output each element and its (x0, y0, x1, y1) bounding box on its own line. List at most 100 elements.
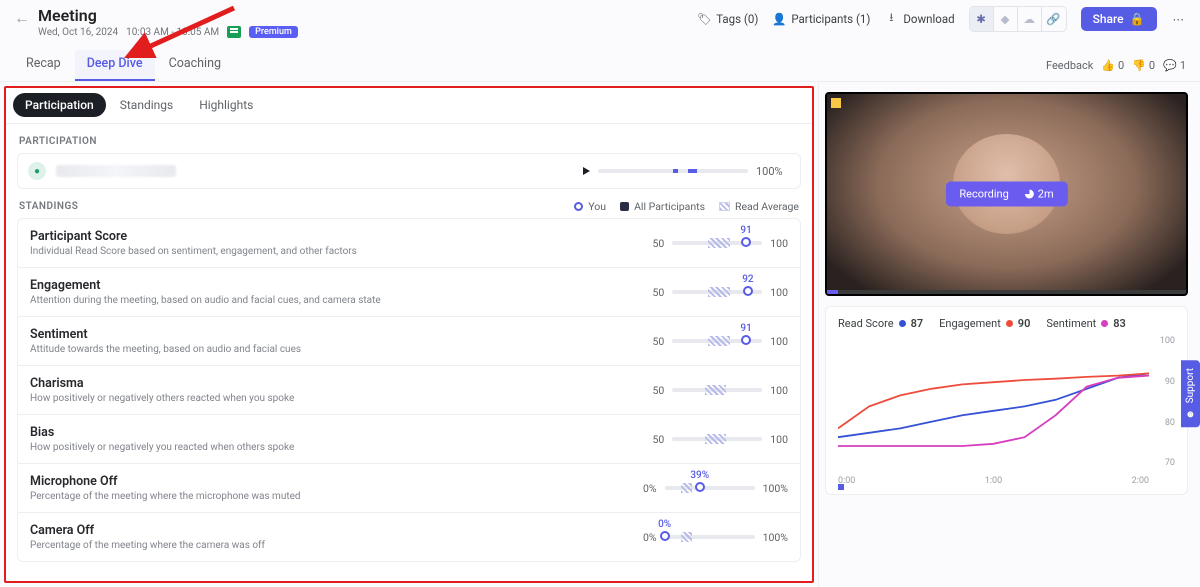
premium-badge: Premium (249, 26, 298, 38)
standings-name: Bias (30, 425, 294, 440)
link-icon[interactable]: 🔗 (1042, 7, 1066, 31)
standings-slider: 5091100 (652, 335, 788, 348)
download-icon: ⭳ (884, 12, 898, 26)
chart-legend-value: 87 (911, 317, 924, 330)
back-button[interactable]: ← (14, 8, 30, 28)
chart-legend-item: Engagement 90 (939, 317, 1030, 330)
standings-desc: Percentage of the meeting where the came… (30, 540, 265, 551)
chart-legend-item: Sentiment 83 (1046, 317, 1125, 330)
thumbs-up-button[interactable]: 👍0 (1101, 59, 1124, 72)
tags-label: Tags (0) (716, 12, 758, 26)
scale-low: 50 (652, 433, 664, 446)
subtab-standings[interactable]: Standings (108, 93, 185, 117)
video-premium-marker (831, 98, 841, 108)
avatar: ● (28, 162, 46, 180)
standings-name: Engagement (30, 278, 381, 293)
slider-track[interactable]: 91 (672, 241, 762, 245)
deep-dive-panel: Participation Standings Highlights PARTI… (4, 86, 814, 583)
scale-high: 100 (770, 384, 788, 397)
chart-legend-item: Read Score 87 (838, 317, 923, 330)
slider-track[interactable]: 91 (672, 339, 762, 343)
standings-name: Sentiment (30, 327, 301, 342)
legend-all-icon (620, 202, 629, 211)
scale-high: 100 (770, 237, 788, 250)
chart-x-axis: 0:001:002:00 (838, 476, 1149, 486)
participant-name-redacted (56, 165, 176, 177)
legend-you-label: You (588, 200, 606, 213)
share-button[interactable]: Share 🔒 (1081, 7, 1157, 31)
support-button[interactable]: ☻ Support (1181, 360, 1200, 427)
play-button[interactable] (583, 167, 590, 175)
slider-track[interactable]: 39% (665, 486, 755, 490)
subtab-highlights[interactable]: Highlights (187, 93, 265, 117)
speech-timeline[interactable] (598, 169, 748, 173)
standings-desc: Attitude towards the meeting, based on a… (30, 344, 301, 355)
standings-list: Participant ScoreIndividual Read Score b… (5, 218, 813, 578)
chart-plot (838, 336, 1149, 468)
standings-desc: Attention during the meeting, based on a… (30, 295, 381, 306)
standings-row-camera-off: Camera Off Percentage of the meeting wher… (17, 513, 801, 562)
slider-track[interactable]: 0% (665, 535, 755, 539)
participation-row: ● 100% (17, 153, 801, 189)
meeting-date: Wed, Oct 16, 2024 (38, 27, 118, 38)
tab-coaching[interactable]: Coaching (157, 50, 233, 81)
standings-name: Camera Off (30, 523, 265, 538)
standings-slider: 50 91 100 (652, 237, 788, 250)
person-icon: 👤 (772, 12, 786, 26)
more-button[interactable]: ⋯ (1171, 12, 1187, 26)
video-player[interactable]: Recording 2m (825, 92, 1188, 296)
recording-label: Recording (959, 188, 1008, 201)
tags-button[interactable]: 🏷 Tags (0) (697, 12, 758, 26)
support-icon: ☻ (1185, 408, 1196, 419)
download-button[interactable]: ⭳ Download (884, 12, 954, 26)
scale-low: 0% (643, 482, 657, 495)
standings-name: Microphone Off (30, 474, 301, 489)
participation-heading: PARTICIPATION (5, 124, 813, 153)
comment-icon: 💬 (1163, 59, 1177, 72)
tabs-row: Recap Deep Dive Coaching Feedback 👍0 👎0 … (0, 44, 1200, 82)
calendar-icon (227, 26, 241, 38)
scale-low: 50 (652, 237, 664, 250)
tag-icon: 🏷 (697, 12, 711, 26)
chart-legend-label: Sentiment (1046, 317, 1096, 330)
legend-you-icon (574, 202, 583, 211)
slider-track[interactable] (672, 437, 762, 441)
standings-row-bias: BiasHow positively or negatively you rea… (17, 415, 801, 464)
scale-high: 100% (763, 482, 788, 495)
meeting-time: 10:03 AM - 10:05 AM (126, 27, 219, 38)
thumbs-up-icon: 👍 (1101, 59, 1115, 72)
thumbs-down-button[interactable]: 👎0 (1132, 59, 1155, 72)
slider-track[interactable]: 92 (672, 290, 762, 294)
subtab-participation[interactable]: Participation (13, 93, 106, 117)
slack-icon[interactable]: ✱ (970, 7, 994, 31)
lock-icon: 🔒 (1130, 12, 1145, 26)
chart-legend-label: Engagement (939, 317, 1001, 330)
integrations-group: ✱ ◆ ☁ 🔗 (969, 6, 1067, 32)
standings-row-mic-off: Microphone Off Percentage of the meeting … (17, 464, 801, 513)
standings-slider: 0% 39% 100% (643, 482, 788, 495)
standings-legend: You All Participants Read Average (560, 190, 813, 217)
standings-desc: Percentage of the meeting where the micr… (30, 491, 301, 502)
scale-high: 100 (770, 433, 788, 446)
tab-recap[interactable]: Recap (14, 50, 73, 81)
chart-scrubber[interactable] (838, 484, 844, 490)
comments-button[interactable]: 💬1 (1163, 59, 1186, 72)
participants-button[interactable]: 👤 Participants (1) (772, 12, 870, 26)
standings-desc: How positively or negatively others reac… (30, 393, 294, 404)
feedback-group: Feedback 👍0 👎0 💬1 (1046, 59, 1186, 72)
scale-high: 100% (763, 531, 788, 544)
legend-all-label: All Participants (634, 200, 705, 213)
video-progress[interactable] (827, 290, 1186, 294)
standings-slider: 0%0%100% (643, 531, 788, 544)
standings-slider: 5092100 (652, 286, 788, 299)
standings-heading: STANDINGS (5, 189, 92, 218)
hubspot-icon[interactable]: ◆ (994, 7, 1018, 31)
scale-high: 100 (770, 335, 788, 348)
header: ← Meeting Wed, Oct 16, 2024 10:03 AM - 1… (0, 0, 1200, 44)
scale-low: 50 (652, 286, 664, 299)
chart-legend-label: Read Score (838, 317, 894, 330)
chart-legend-value: 90 (1018, 317, 1031, 330)
slider-track[interactable] (672, 388, 762, 392)
tab-deep-dive[interactable]: Deep Dive (75, 50, 155, 81)
salesforce-icon[interactable]: ☁ (1018, 7, 1042, 31)
